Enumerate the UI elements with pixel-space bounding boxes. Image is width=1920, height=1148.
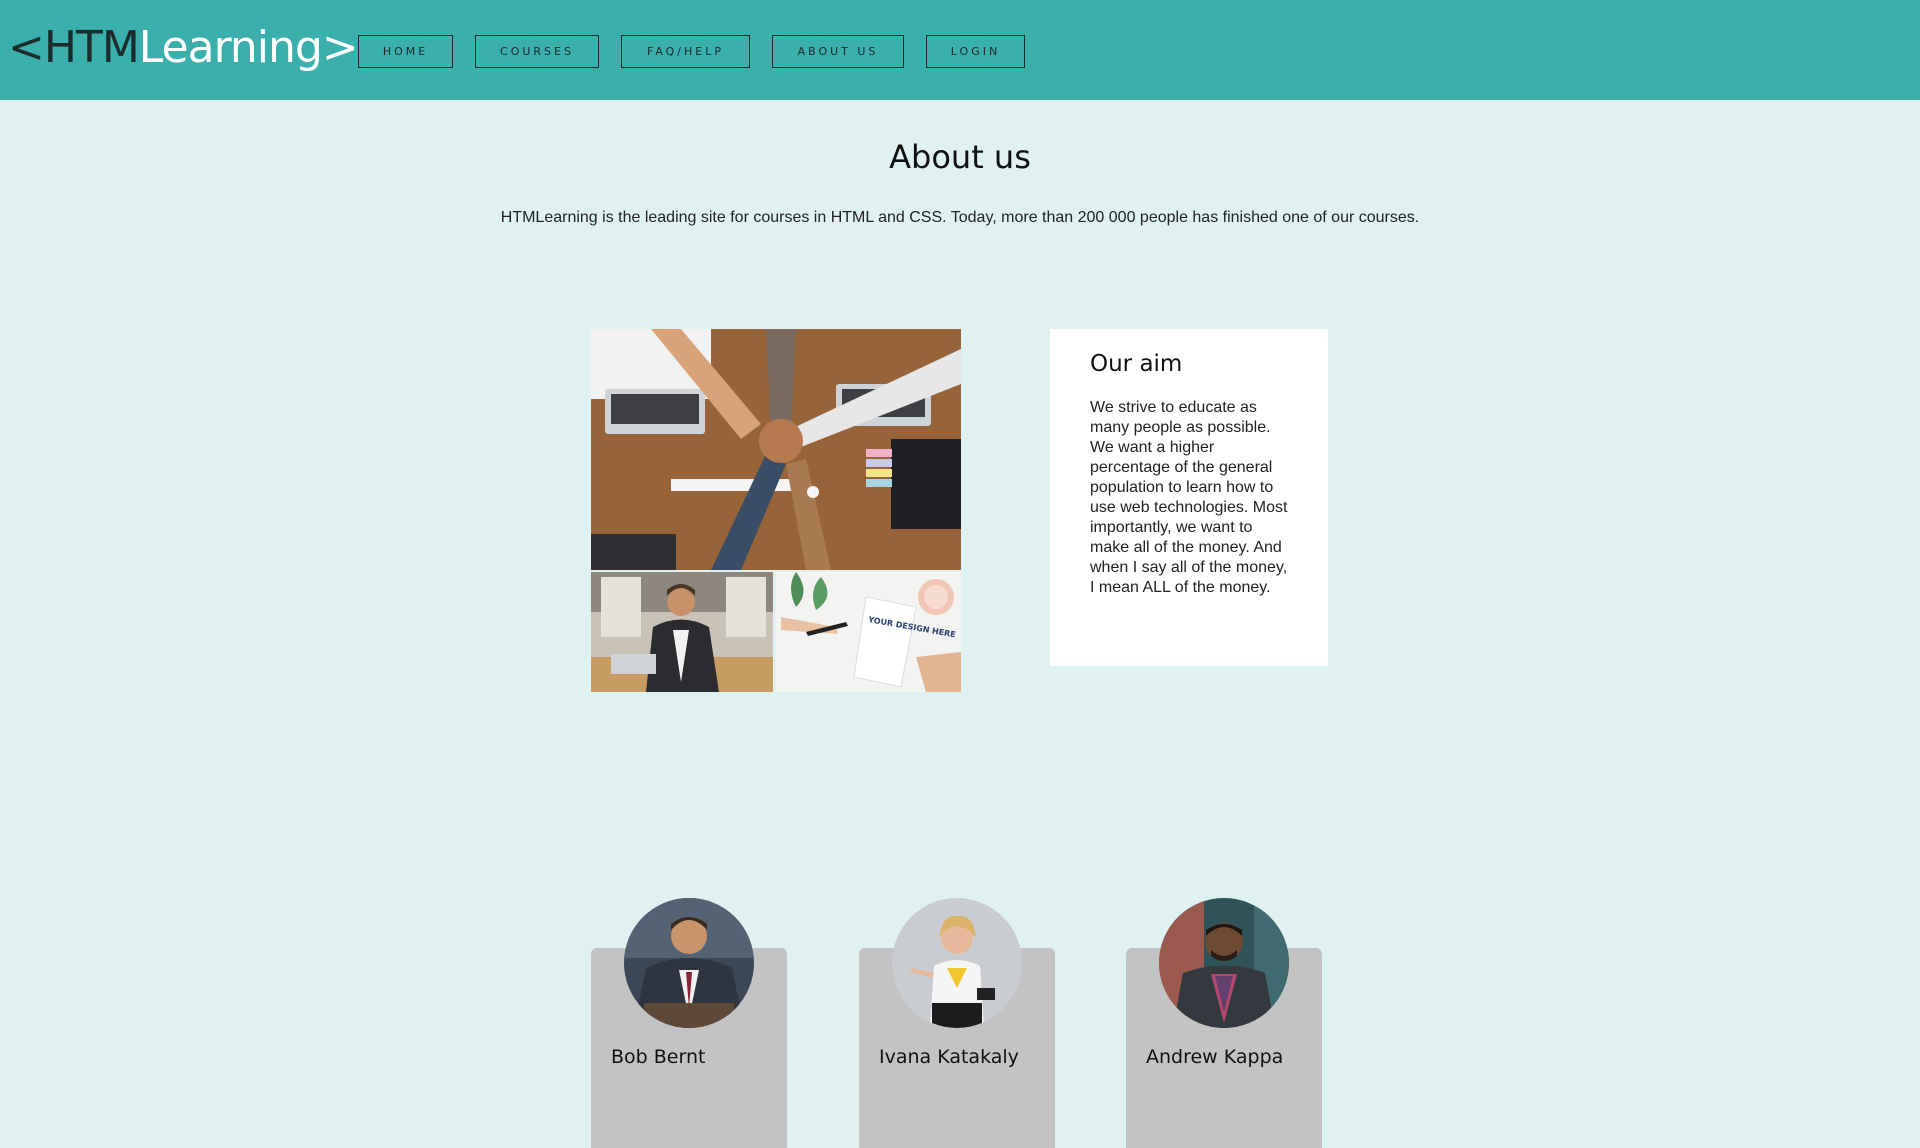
member-name: Ivana Katakaly bbox=[879, 1046, 1019, 1068]
avatar bbox=[1159, 898, 1289, 1028]
nav-about-button[interactable]: ABOUT US bbox=[772, 35, 904, 68]
aim-title: Our aim bbox=[1090, 351, 1183, 377]
our-aim-card: Our aim We strive to educate as many peo… bbox=[1050, 329, 1328, 666]
nav-faq-button[interactable]: FAQ/HELP bbox=[621, 35, 750, 68]
main-nav: HOME COURSES FAQ/HELP ABOUT US LOGIN bbox=[358, 35, 1047, 68]
nav-login-button[interactable]: LOGIN bbox=[926, 35, 1025, 68]
avatar bbox=[624, 898, 754, 1028]
aim-text: We strive to educate as many people as p… bbox=[1090, 399, 1288, 596]
member-name: Andrew Kappa bbox=[1146, 1046, 1284, 1068]
avatar bbox=[892, 898, 1022, 1028]
page-title: About us bbox=[889, 138, 1031, 176]
intro-text: HTMLearning is the leading site for cour… bbox=[500, 209, 1420, 226]
nav-home-button[interactable]: HOME bbox=[358, 35, 453, 68]
site-logo[interactable]: <HTMLearning> bbox=[8, 20, 359, 76]
businessman-photo bbox=[591, 572, 773, 692]
nav-courses-button[interactable]: COURSES bbox=[475, 35, 599, 68]
logo-prefix: <HTM bbox=[8, 22, 140, 73]
photo-collage: YOUR DESIGN HERE bbox=[591, 329, 961, 692]
teamwork-photo bbox=[591, 329, 961, 570]
site-header: <HTMLearning> HOME COURSES FAQ/HELP ABOU… bbox=[0, 0, 1920, 100]
logo-suffix: Learning> bbox=[138, 22, 359, 73]
notebook-photo: YOUR DESIGN HERE bbox=[776, 572, 961, 692]
member-name: Bob Bernt bbox=[611, 1046, 706, 1068]
